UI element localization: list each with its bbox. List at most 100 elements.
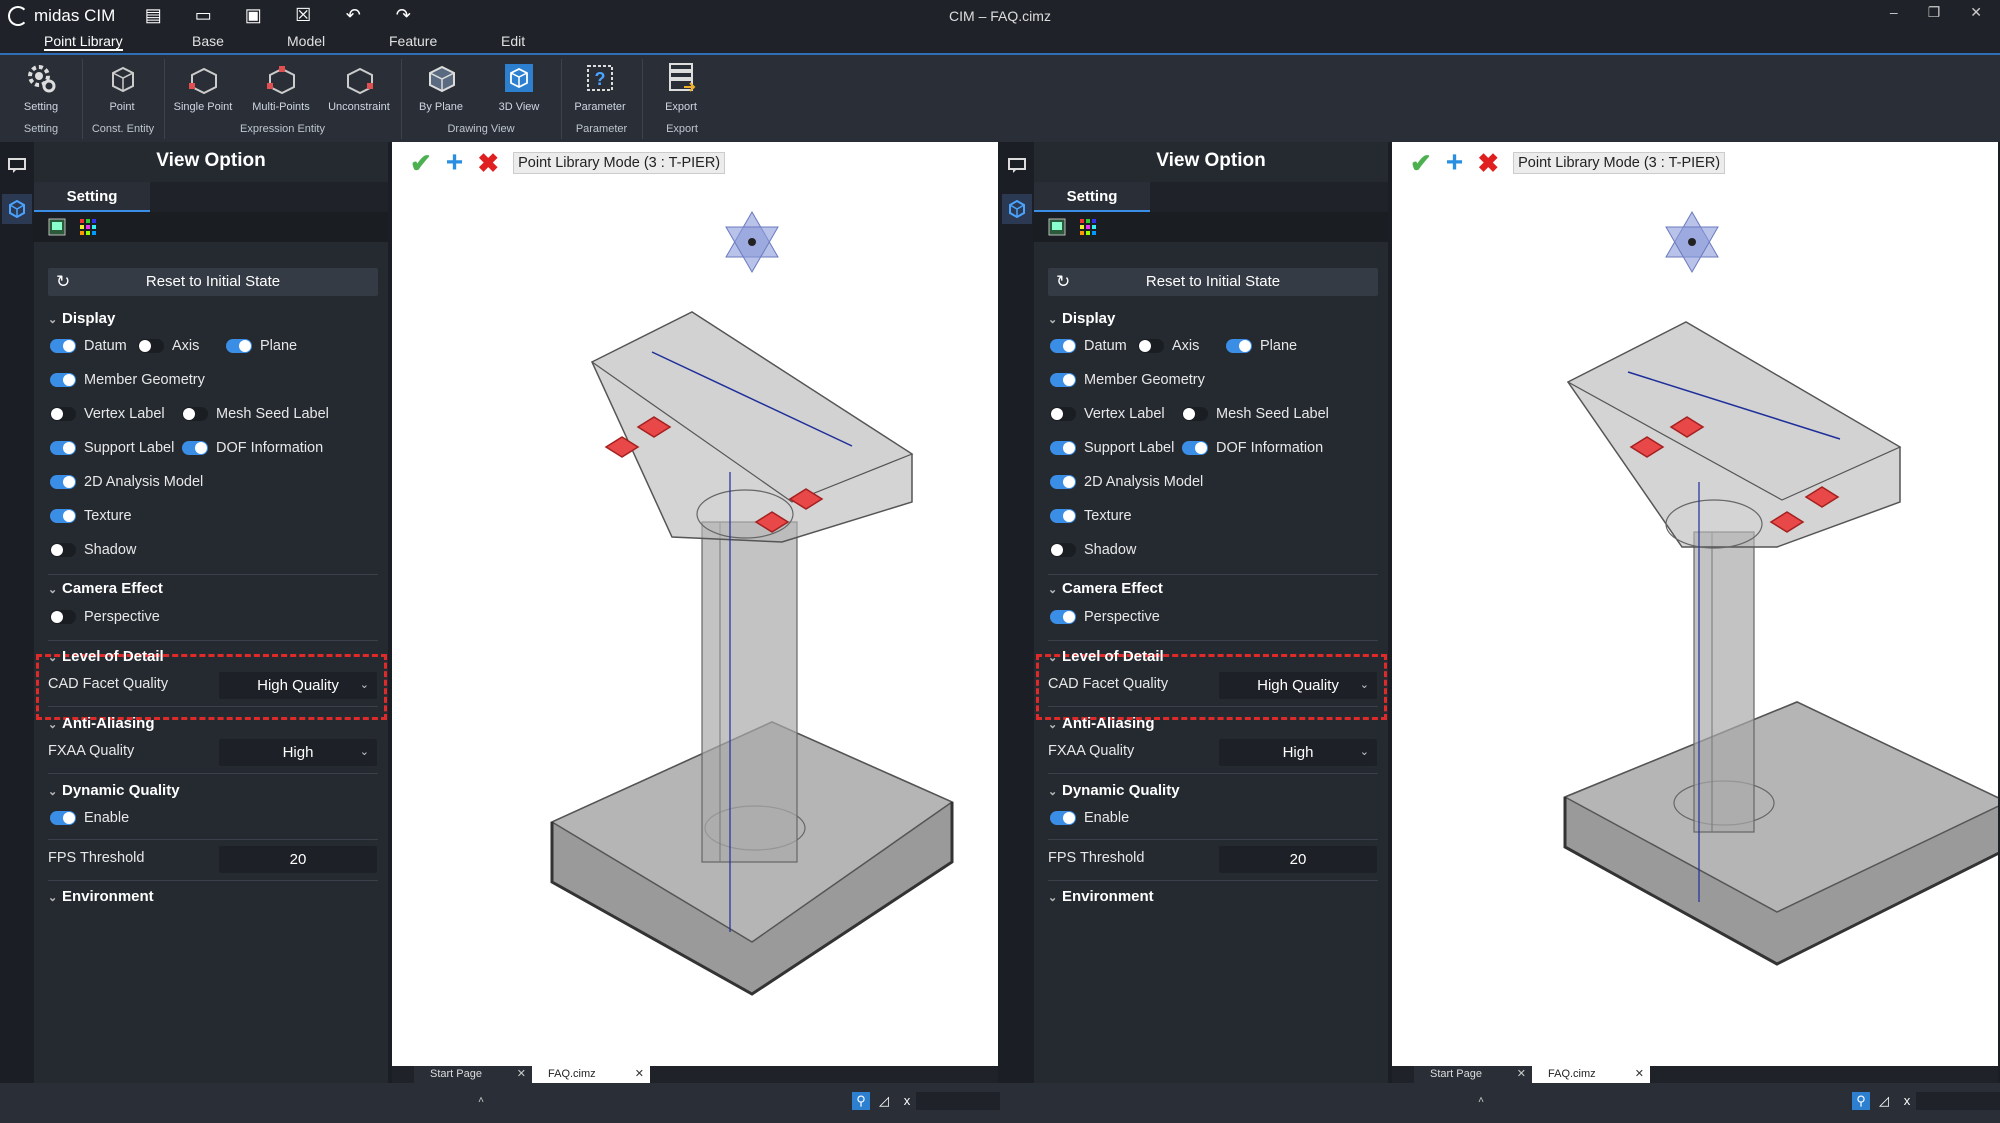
dynamic-quality-enable-toggle[interactable]: Enable: [50, 810, 129, 826]
panel-tabs: Setting: [34, 182, 388, 212]
3d-view-button[interactable]: 3D View: [484, 61, 554, 113]
close-icon[interactable]: ✕: [1517, 1066, 1526, 1083]
restore-button[interactable]: ❐: [1928, 4, 1941, 21]
tab-setting[interactable]: Setting: [1034, 182, 1150, 212]
datum-toggle[interactable]: Datum: [50, 338, 127, 354]
tab-faq-cimz[interactable]: FAQ.cimz ✕: [1532, 1066, 1650, 1083]
mesh-seed-label-toggle[interactable]: Mesh Seed Label: [1182, 406, 1329, 422]
open-file-icon[interactable]: ▭: [193, 5, 213, 25]
fxaa-quality-select[interactable]: High ⌄: [219, 739, 377, 766]
mesh-seed-label-toggle[interactable]: Mesh Seed Label: [182, 406, 329, 422]
section-display[interactable]: ⌄ Display: [1048, 310, 1115, 327]
view-option-dock-tab[interactable]: [1002, 194, 1032, 224]
vertex-label-toggle[interactable]: Vertex Label: [1050, 406, 1165, 422]
tab-edit[interactable]: Edit: [501, 33, 525, 49]
comment-icon[interactable]: [8, 158, 26, 174]
3d-viewport[interactable]: ✔ + ✖ Point Library Mode (3 : T-PIER): [1392, 142, 1998, 1066]
close-icon[interactable]: ✕: [1635, 1066, 1644, 1083]
shadow-toggle[interactable]: Shadow: [50, 542, 136, 558]
section-anti-aliasing[interactable]: ⌄ Anti-Aliasing: [1048, 715, 1155, 732]
tab-setting[interactable]: Setting: [34, 182, 150, 212]
unconstraint-button[interactable]: Unconstraint: [324, 61, 394, 113]
axis-toggle[interactable]: Axis: [1138, 338, 1199, 354]
status-field: [1916, 1092, 2000, 1110]
section-dynamic-quality[interactable]: ⌄ Dynamic Quality: [1048, 782, 1180, 799]
section-display[interactable]: ⌄ Display: [48, 310, 115, 327]
texture-toggle[interactable]: Texture: [50, 508, 132, 524]
single-point-button[interactable]: Single Point: [168, 61, 238, 113]
2d-analysis-model-toggle[interactable]: 2D Analysis Model: [50, 474, 203, 490]
new-file-icon[interactable]: ▤: [143, 5, 163, 25]
close-file-icon[interactable]: ☒: [293, 5, 313, 25]
axis-toggle[interactable]: Axis: [138, 338, 199, 354]
by-plane-button[interactable]: By Plane: [406, 61, 476, 113]
section-camera-effect[interactable]: ⌄ Camera Effect: [48, 580, 163, 597]
comment-icon[interactable]: [1008, 158, 1026, 174]
fxaa-quality-select[interactable]: High ⌄: [1219, 739, 1377, 766]
display-settings-icon[interactable]: [48, 218, 66, 236]
dof-information-toggle[interactable]: DOF Information: [1182, 440, 1323, 456]
close-button[interactable]: ✕: [1970, 4, 1982, 21]
tab-feature[interactable]: Feature: [389, 33, 437, 49]
plane-toggle[interactable]: Plane: [226, 338, 297, 354]
close-icon[interactable]: x: [1898, 1092, 1916, 1110]
section-level-of-detail[interactable]: ⌄ Level of Detail: [1048, 648, 1164, 665]
grid-icon[interactable]: ◿: [1875, 1092, 1893, 1110]
chevron-up-icon[interactable]: ˄: [472, 1092, 490, 1110]
member-geometry-toggle[interactable]: Member Geometry: [1050, 372, 1205, 388]
color-palette-icon[interactable]: [80, 219, 96, 235]
color-palette-icon[interactable]: [1080, 219, 1096, 235]
perspective-toggle[interactable]: Perspective: [1050, 609, 1160, 625]
tab-start-page[interactable]: Start Page ✕: [1414, 1066, 1532, 1083]
point-button[interactable]: Point: [87, 61, 157, 113]
undo-icon[interactable]: ↶: [343, 5, 363, 25]
export-button[interactable]: Export: [646, 61, 716, 113]
tab-model[interactable]: Model: [287, 33, 325, 49]
cad-facet-quality-select[interactable]: High Quality ⌄: [219, 672, 377, 699]
section-anti-aliasing[interactable]: ⌄ Anti-Aliasing: [48, 715, 155, 732]
setting-button[interactable]: Setting: [6, 61, 76, 113]
parameter-button[interactable]: ? Parameter: [565, 61, 635, 113]
support-label-toggle[interactable]: Support Label: [50, 440, 174, 456]
shadow-toggle[interactable]: Shadow: [1050, 542, 1136, 558]
section-dynamic-quality[interactable]: ⌄ Dynamic Quality: [48, 782, 180, 799]
dof-information-toggle[interactable]: DOF Information: [182, 440, 323, 456]
tab-point-library[interactable]: Point Library: [44, 33, 123, 51]
section-camera-effect[interactable]: ⌄ Camera Effect: [1048, 580, 1163, 597]
dynamic-quality-enable-toggle[interactable]: Enable: [1050, 810, 1129, 826]
tab-faq-cimz[interactable]: FAQ.cimz ✕: [532, 1066, 650, 1083]
close-icon[interactable]: ✕: [635, 1066, 644, 1083]
3d-viewport[interactable]: ✔ + ✖ Point Library Mode (3 : T-PIER): [392, 142, 998, 1066]
cad-facet-quality-select[interactable]: High Quality ⌄: [1219, 672, 1377, 699]
close-icon[interactable]: x: [898, 1092, 916, 1110]
redo-icon[interactable]: ↷: [393, 5, 413, 25]
fps-threshold-input[interactable]: 20: [219, 846, 377, 873]
vertex-label-toggle[interactable]: Vertex Label: [50, 406, 165, 422]
reset-button[interactable]: ↻ Reset to Initial State: [48, 268, 378, 296]
view-option-dock-tab[interactable]: [2, 194, 32, 224]
datum-toggle[interactable]: Datum: [1050, 338, 1127, 354]
fps-threshold-input[interactable]: 20: [1219, 846, 1377, 873]
section-environment[interactable]: ⌄ Environment: [1048, 888, 1154, 905]
minimize-button[interactable]: –: [1890, 4, 1898, 21]
support-label-toggle[interactable]: Support Label: [1050, 440, 1174, 456]
tab-start-page[interactable]: Start Page ✕: [414, 1066, 532, 1083]
grid-icon[interactable]: ◿: [875, 1092, 893, 1110]
perspective-toggle[interactable]: Perspective: [50, 609, 160, 625]
save-icon[interactable]: ▣: [243, 5, 263, 25]
snap-icon[interactable]: ⚲: [852, 1092, 870, 1110]
section-level-of-detail[interactable]: ⌄ Level of Detail: [48, 648, 164, 665]
close-icon[interactable]: ✕: [517, 1066, 526, 1083]
section-environment[interactable]: ⌄ Environment: [48, 888, 154, 905]
tab-base[interactable]: Base: [192, 33, 224, 49]
reset-button[interactable]: ↻ Reset to Initial State: [1048, 268, 1378, 296]
multi-points-button[interactable]: Multi-Points: [246, 61, 316, 113]
display-settings-icon[interactable]: [1048, 218, 1066, 236]
chevron-up-icon[interactable]: ˄: [1472, 1092, 1490, 1110]
texture-toggle[interactable]: Texture: [1050, 508, 1132, 524]
2d-analysis-model-toggle[interactable]: 2D Analysis Model: [1050, 474, 1203, 490]
plane-toggle[interactable]: Plane: [1226, 338, 1297, 354]
snap-icon[interactable]: ⚲: [1852, 1092, 1870, 1110]
member-geometry-toggle[interactable]: Member Geometry: [50, 372, 205, 388]
group-parameter: Parameter: [575, 123, 628, 135]
